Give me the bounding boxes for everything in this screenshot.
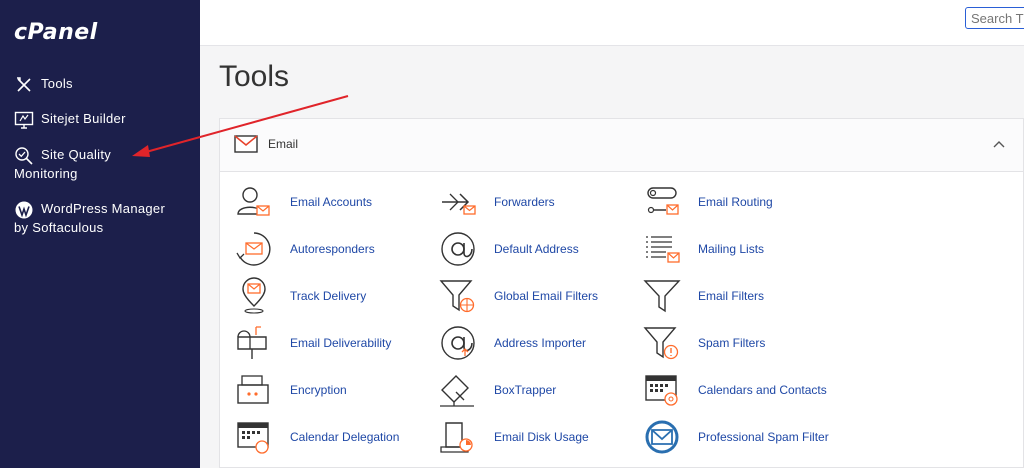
mailing-lists-icon bbox=[646, 236, 680, 263]
tool-label: Forwarders bbox=[494, 195, 555, 209]
tool-calendars-and-contacts[interactable]: Calendars and Contacts bbox=[642, 370, 827, 410]
wordpress-icon bbox=[15, 201, 33, 219]
top-bar bbox=[200, 0, 1024, 46]
tool-label: BoxTrapper bbox=[494, 383, 557, 397]
forwarders-icon bbox=[442, 193, 476, 215]
tool-label: Encryption bbox=[290, 383, 347, 397]
autoresponders-icon bbox=[236, 232, 271, 266]
tools-icon bbox=[17, 77, 31, 92]
sidebar: cPanel Tools Sitejet Builder Site Qualit… bbox=[0, 0, 200, 468]
tool-label: Email Accounts bbox=[290, 195, 373, 209]
tool-calendar-delegation[interactable]: Calendar Delegation bbox=[234, 417, 399, 457]
spam-filters-icon bbox=[643, 327, 679, 360]
sidebar-item-sublabel[interactable]: Monitoring bbox=[14, 166, 78, 181]
tool-label: Email Routing bbox=[698, 195, 773, 209]
mailbox-icon bbox=[237, 326, 267, 359]
tool-label: Email Deliverability bbox=[290, 336, 392, 350]
calendars-contacts-icon bbox=[645, 375, 678, 406]
search-input[interactable] bbox=[965, 7, 1024, 29]
address-importer-icon bbox=[441, 326, 475, 360]
sidebar-item-label: WordPress Manager bbox=[41, 201, 166, 216]
track-delivery-icon bbox=[242, 277, 266, 314]
tool-label: Autoresponders bbox=[290, 242, 375, 256]
tool-email-routing[interactable]: Email Routing bbox=[642, 182, 773, 222]
tool-email-deliverability[interactable]: Email Deliverability bbox=[234, 323, 391, 363]
tool-label: Calendar Delegation bbox=[290, 430, 400, 444]
tool-track-delivery[interactable]: Track Delivery bbox=[234, 276, 366, 316]
cpanel-logo[interactable]: cPanel bbox=[14, 20, 98, 45]
sidebar-item-wordpress-manager[interactable]: WordPress Manager bbox=[14, 200, 165, 220]
tool-email-disk-usage[interactable]: Email Disk Usage bbox=[438, 417, 589, 457]
email-routing-icon bbox=[647, 187, 679, 215]
tool-label: Email Filters bbox=[698, 289, 765, 303]
tool-professional-spam-filter[interactable]: Professional Spam Filter bbox=[642, 417, 829, 457]
tool-default-address[interactable]: Default Address bbox=[438, 229, 579, 269]
encryption-icon bbox=[237, 375, 269, 404]
default-address-icon bbox=[441, 232, 475, 266]
tool-label: Email Disk Usage bbox=[494, 430, 589, 444]
email-accounts-icon bbox=[237, 187, 270, 216]
email-section-panel: Email Email Accounts Forwarders Email Ro… bbox=[219, 118, 1024, 468]
boxtrapper-icon bbox=[440, 375, 474, 407]
tool-email-filters[interactable]: Email Filters bbox=[642, 276, 764, 316]
tool-boxtrapper[interactable]: BoxTrapper bbox=[438, 370, 556, 410]
tool-forwarders[interactable]: Forwarders bbox=[438, 182, 555, 222]
tool-address-importer[interactable]: Address Importer bbox=[438, 323, 586, 363]
tool-spam-filters[interactable]: Spam Filters bbox=[642, 323, 765, 363]
email-section-header[interactable]: Email bbox=[220, 119, 1023, 172]
tool-label: Professional Spam Filter bbox=[698, 430, 829, 444]
tool-label: Spam Filters bbox=[698, 336, 766, 350]
tool-label: Address Importer bbox=[494, 336, 587, 350]
envelope-icon bbox=[234, 135, 258, 153]
section-title: Email bbox=[268, 137, 299, 151]
sidebar-item-sublabel[interactable]: by Softaculous bbox=[14, 220, 103, 235]
tool-label: Track Delivery bbox=[290, 289, 367, 303]
tool-label: Mailing Lists bbox=[698, 242, 765, 256]
tool-label: Calendars and Contacts bbox=[698, 383, 827, 397]
sidebar-item-sitejet-builder[interactable]: Sitejet Builder bbox=[14, 110, 126, 130]
tool-label: Global Email Filters bbox=[494, 289, 599, 303]
magnifier-check-icon bbox=[15, 147, 33, 165]
professional-spam-filter-icon bbox=[645, 420, 679, 454]
tool-label: Default Address bbox=[494, 242, 579, 256]
sidebar-item-site-quality-monitoring[interactable]: Site Quality bbox=[14, 146, 111, 166]
calendar-delegation-icon bbox=[237, 422, 269, 454]
tool-email-accounts[interactable]: Email Accounts bbox=[234, 182, 372, 222]
email-filters-icon bbox=[643, 280, 681, 313]
sidebar-item-label: Tools bbox=[41, 76, 73, 91]
tool-mailing-lists[interactable]: Mailing Lists bbox=[642, 229, 764, 269]
page-title: Tools bbox=[219, 60, 290, 93]
sidebar-item-tools[interactable]: Tools bbox=[14, 75, 73, 95]
tool-encryption[interactable]: Encryption bbox=[234, 370, 347, 410]
sidebar-item-label: Site Quality bbox=[41, 147, 112, 162]
global-filters-icon bbox=[439, 280, 475, 313]
monitor-icon bbox=[14, 111, 34, 129]
tool-global-email-filters[interactable]: Global Email Filters bbox=[438, 276, 598, 316]
tool-autoresponders[interactable]: Autoresponders bbox=[234, 229, 375, 269]
chevron-up-icon[interactable] bbox=[992, 139, 1006, 149]
sidebar-item-label: Sitejet Builder bbox=[41, 111, 126, 126]
disk-usage-icon bbox=[440, 422, 473, 453]
